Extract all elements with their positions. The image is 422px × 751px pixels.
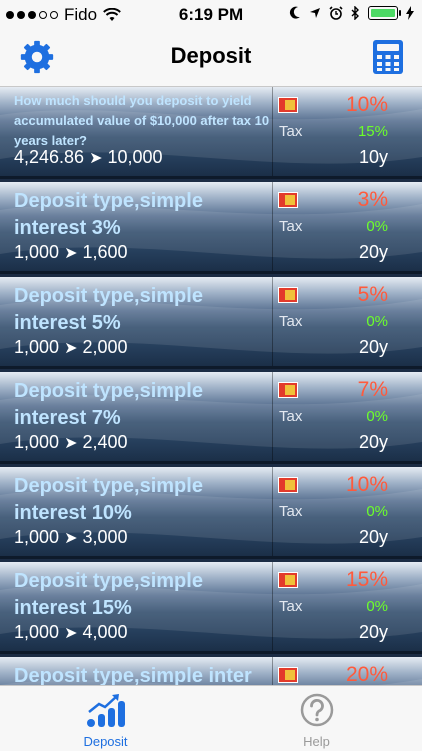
deposit-row[interactable]: Deposit type,simple interest 15% 1,000 ➤… [0, 562, 422, 654]
deposit-row[interactable]: Deposit type,simple interest 5% 1,000 ➤ … [0, 277, 422, 369]
row-amount: 1,000 ➤ 2,000 [14, 337, 128, 357]
row-amount: 1,000 ➤ 2,400 [14, 432, 128, 452]
interest-rate: 15% [345, 568, 388, 591]
page-title: Deposit [170, 43, 252, 68]
moon-icon [289, 6, 300, 19]
tab-bar: Deposit Help [0, 685, 422, 751]
term-years: 20y [358, 432, 388, 452]
flag-icon [278, 572, 298, 588]
tax-label: Tax [279, 123, 303, 140]
flag-icon [278, 382, 298, 398]
deposit-row[interactable]: How much should you deposit to yield acc… [0, 87, 422, 179]
deposit-list[interactable]: How much should you deposit to yield acc… [0, 87, 422, 685]
location-arrow-icon [310, 8, 320, 18]
flag-icon [278, 97, 298, 113]
tax-rate: 0% [366, 598, 388, 615]
term-years: 20y [358, 527, 388, 547]
row-amount: 4,246.86 ➤ 10,000 [14, 147, 163, 167]
status-bar: Fido 6:19 PM [0, 0, 422, 30]
flag-icon [278, 192, 298, 208]
row-title: Deposit type,simple interest 7% [14, 380, 203, 429]
term-years: 10y [358, 147, 388, 167]
deposit-row[interactable]: Deposit type,simple interest 10% 1,000 ➤… [0, 467, 422, 559]
flag-icon [278, 287, 298, 303]
interest-rate: 10% [345, 93, 388, 116]
interest-rate: 20% [345, 663, 388, 685]
navigation-bar: Deposit [0, 30, 422, 87]
row-amount: 1,000 ➤ 3,000 [14, 527, 128, 547]
tax-rate: 0% [366, 313, 388, 330]
tab-help[interactable]: Help [211, 686, 422, 751]
row-title: How much should you deposit to yield acc… [14, 93, 270, 148]
term-years: 20y [358, 242, 388, 262]
flag-icon [278, 667, 298, 683]
flag-icon [278, 477, 298, 493]
row-title: Deposit type,simple interest 15% [14, 570, 203, 619]
row-title: Deposit type,simple interest 10% [14, 475, 203, 524]
calculator-icon[interactable] [370, 39, 406, 75]
tax-label: Tax [279, 598, 303, 615]
charging-bolt-icon [406, 6, 414, 20]
deposit-row[interactable]: Deposit type,simple interest 7% 1,000 ➤ … [0, 372, 422, 464]
alarm-icon [329, 6, 343, 20]
tab-label: Help [303, 734, 330, 749]
term-years: 20y [358, 622, 388, 642]
tab-label: Deposit [83, 734, 128, 749]
tax-rate: 0% [366, 218, 388, 235]
row-title: Deposit type,simple interest 5% [14, 285, 203, 334]
deposit-row[interactable]: Deposit type,simple interest 3% 1,000 ➤ … [0, 182, 422, 274]
tax-label: Tax [279, 408, 303, 425]
interest-rate: 7% [357, 378, 388, 401]
interest-rate: 3% [357, 188, 388, 211]
term-years: 20y [358, 337, 388, 357]
interest-rate: 5% [357, 283, 388, 306]
deposit-row[interactable]: Deposit type,simple inter 20% [0, 657, 422, 685]
battery-icon [368, 6, 401, 20]
tax-rate: 15% [357, 123, 388, 140]
tax-label: Tax [279, 503, 303, 520]
interest-rate: 10% [345, 473, 388, 496]
tax-label: Tax [279, 313, 303, 330]
tax-label: Tax [279, 218, 303, 235]
row-amount: 1,000 ➤ 4,000 [14, 622, 128, 642]
row-title: Deposit type,simple inter [14, 665, 252, 685]
help-icon [300, 693, 334, 727]
row-title: Deposit type,simple interest 3% [14, 190, 203, 239]
row-amount: 1,000 ➤ 1,600 [14, 242, 128, 262]
bar-chart-icon [87, 694, 125, 727]
tab-deposit[interactable]: Deposit [0, 686, 211, 751]
tax-rate: 0% [366, 408, 388, 425]
bluetooth-icon [351, 6, 359, 20]
tax-rate: 0% [366, 503, 388, 520]
